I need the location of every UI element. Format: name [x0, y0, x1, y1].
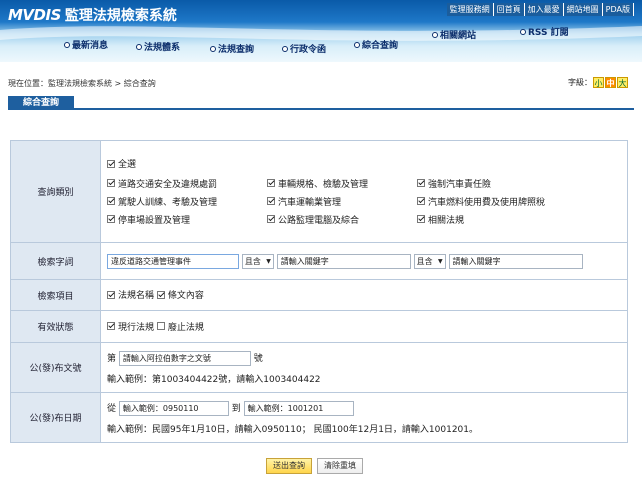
nav-law-query[interactable]: 法規查詢 [210, 42, 254, 55]
font-size-large-button[interactable]: 大 [617, 77, 628, 88]
top-link-favorite[interactable]: 加入最愛 [524, 3, 564, 16]
main-nav: 最新消息 法規體系 法規查詢 行政令函 綜合查詢 相關網站 RSS 訂閱 [0, 28, 642, 55]
date-row: 從 輸入範例：0950110 到 輸入範例：1001201 輸入範例：民國95年… [100, 392, 628, 443]
top-link-service[interactable]: 監理服務網 [446, 3, 494, 16]
checkbox-icon[interactable] [107, 322, 115, 331]
top-links: 監理服務網 回首頁 加入最愛 網站地圖 PDA版 [446, 3, 634, 16]
font-size-medium-button[interactable]: 中 [605, 77, 616, 88]
bullet-icon [520, 28, 526, 35]
site-header: MVDIS 監理法規檢索系統 監理服務網 回首頁 加入最愛 網站地圖 PDA版 最… [0, 0, 642, 62]
status-abolished[interactable]: 廢止法規 [156, 320, 204, 333]
logo-zh: 監理法規檢索系統 [64, 8, 177, 24]
checkbox-icon[interactable] [417, 215, 425, 224]
doc-no-label: 公(發)布文號 [10, 342, 101, 393]
category-label: 查詢類別 [10, 140, 101, 243]
top-link-pda[interactable]: PDA版 [602, 3, 634, 16]
bullet-icon [354, 41, 360, 48]
nav-admin-letters[interactable]: 行政令函 [282, 42, 326, 55]
query-form: 查詢類別 全選 道路交通安全及違規處罰 車輛規格、檢驗及管理 強制汽車責任險 駕… [10, 140, 628, 443]
top-link-home[interactable]: 回首頁 [493, 3, 525, 16]
keyword-input-1[interactable]: 違反道路交通管理事件 [107, 253, 239, 269]
checkbox-icon[interactable] [417, 197, 425, 206]
reset-button[interactable]: 清除重填 [317, 458, 363, 474]
date-to-input[interactable]: 輸入範例：1001201 [243, 400, 354, 416]
operator-select-2[interactable]: 且含 ▼ [413, 253, 446, 269]
bullet-icon [136, 43, 142, 50]
status-row: 現行法規 廢止法規 [100, 310, 628, 343]
font-size-small-button[interactable]: 小 [593, 77, 604, 88]
category-option[interactable]: 駕駛人訓練、考驗及管理 [107, 195, 267, 208]
section-title: 綜合查詢 [8, 96, 74, 110]
nav-rss[interactable]: RSS 訂閱 [520, 25, 569, 38]
item-article-content[interactable]: 條文內容 [156, 288, 204, 301]
checkbox-icon[interactable] [156, 322, 165, 331]
operator-select-1[interactable]: 且含 ▼ [241, 253, 274, 269]
category-option[interactable]: 公路監理電腦及綜合 [267, 213, 417, 226]
checkbox-icon[interactable] [107, 290, 115, 299]
bullet-icon [282, 45, 288, 52]
checkbox-icon[interactable] [107, 179, 115, 188]
item-law-name[interactable]: 法規名稱 [107, 288, 154, 301]
checkbox-icon[interactable] [267, 215, 275, 224]
category-option[interactable]: 停車場設置及管理 [107, 213, 267, 226]
nav-related-sites[interactable]: 相關網站 [432, 28, 476, 41]
category-options: 全選 道路交通安全及違規處罰 車輛規格、檢驗及管理 強制汽車責任險 駕駛人訓練、… [100, 140, 628, 243]
category-option[interactable]: 相關法規 [417, 213, 577, 226]
checkbox-icon[interactable] [107, 159, 115, 168]
checkbox-icon[interactable] [107, 215, 115, 224]
form-actions: 送出查詢 清除重填 [266, 458, 363, 474]
submit-button[interactable]: 送出查詢 [266, 458, 312, 474]
keyword-input-2[interactable]: 請輸入關鍵字 [276, 253, 411, 269]
status-current[interactable]: 現行法規 [107, 320, 154, 333]
category-option[interactable]: 道路交通安全及違規處罰 [107, 177, 267, 190]
nav-combined-query[interactable]: 綜合查詢 [354, 38, 398, 51]
bullet-icon [64, 41, 70, 48]
doc-no-hint: 輸入範例：第1003404422號，請輸入1003404422 [107, 374, 321, 385]
keywords-label: 檢索字詞 [10, 242, 101, 280]
category-option[interactable]: 車輛規格、檢驗及管理 [267, 177, 417, 190]
items-row: 法規名稱 條文內容 [100, 279, 628, 311]
bullet-icon [210, 45, 216, 52]
doc-no-input[interactable]: 請輸入阿拉伯數字之文號 [118, 350, 251, 366]
doc-no-row: 第 請輸入阿拉伯數字之文號 號 輸入範例：第1003404422號，請輸入100… [100, 342, 628, 393]
category-option[interactable]: 強制汽車責任險 [417, 177, 577, 190]
top-link-sitemap[interactable]: 網站地圖 [563, 3, 603, 16]
font-size-label: 字級： [568, 78, 592, 87]
nav-news[interactable]: 最新消息 [64, 38, 108, 51]
checkbox-icon[interactable] [417, 179, 425, 188]
chevron-down-icon: ▼ [266, 257, 271, 265]
category-option[interactable]: 汽車燃料使用費及使用牌照稅 [417, 195, 577, 208]
checkbox-icon[interactable] [107, 197, 115, 206]
date-from-input[interactable]: 輸入範例：0950110 [118, 400, 229, 416]
keywords-row: 違反道路交通管理事件 且含 ▼ 請輸入關鍵字 且含 ▼ 請輸入關鍵字 [100, 242, 628, 280]
checkbox-icon[interactable] [156, 290, 165, 299]
font-size-switcher: 字級： 小 中 大 [568, 77, 628, 88]
status-label: 有效狀態 [10, 310, 101, 343]
keyword-input-3[interactable]: 請輸入關鍵字 [448, 253, 583, 269]
category-option[interactable]: 汽車運輸業管理 [267, 195, 417, 208]
checkbox-icon[interactable] [267, 179, 275, 188]
date-hint: 輸入範例：民國95年1月10日，請輸入0950110； 民國100年12月1日，… [107, 424, 479, 435]
site-logo[interactable]: MVDIS 監理法規檢索系統 [8, 5, 177, 25]
bullet-icon [432, 31, 438, 38]
checkbox-icon[interactable] [267, 197, 275, 206]
chevron-down-icon: ▼ [438, 257, 443, 265]
date-label: 公(發)布日期 [10, 392, 101, 443]
category-select-all[interactable]: 全選 [107, 157, 136, 170]
section-header: 綜合查詢 [8, 96, 634, 110]
breadcrumb: 現在位置：監理法規檢索系統 > 綜合查詢 [8, 79, 156, 88]
items-label: 檢索項目 [10, 279, 101, 311]
logo-en: MVDIS [8, 6, 61, 24]
nav-law-system[interactable]: 法規體系 [136, 40, 180, 53]
